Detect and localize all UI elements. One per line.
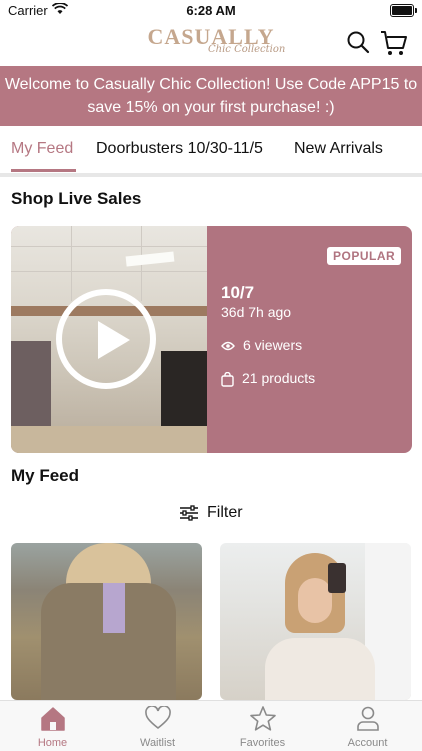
viewers-count: 6 viewers	[221, 337, 302, 353]
feed-product-card[interactable]	[220, 543, 411, 700]
logo-sub-text: Chic Collection	[208, 44, 286, 55]
tab-divider	[0, 173, 422, 177]
nav-account-label: Account	[347, 737, 388, 749]
bottom-nav: Home Waitlist Favorites Account	[0, 700, 422, 751]
filter-label: Filter	[207, 504, 243, 521]
feed-product-card[interactable]	[11, 543, 202, 700]
nav-waitlist[interactable]: Waitlist	[105, 701, 210, 751]
cart-icon[interactable]	[380, 29, 408, 57]
clock: 6:28 AM	[186, 3, 236, 18]
feed-title: My Feed	[11, 466, 80, 485]
person-icon	[356, 706, 379, 731]
nav-home-label: Home	[37, 737, 68, 749]
play-icon[interactable]	[56, 289, 156, 389]
heart-icon	[144, 706, 171, 730]
nav-account[interactable]: Account	[315, 701, 420, 751]
live-sales-title: Shop Live Sales	[11, 189, 142, 208]
viewers-label: 6 viewers	[243, 337, 303, 353]
popular-badge: POPULAR	[327, 247, 402, 265]
nav-favorites-label: Favorites	[239, 737, 286, 749]
product-photo-phone	[328, 563, 346, 593]
products-label: 21 products	[242, 370, 316, 386]
eye-icon	[221, 342, 235, 351]
nav-waitlist-label: Waitlist	[139, 737, 176, 749]
search-icon[interactable]	[346, 30, 370, 54]
live-sale-date: 10/7	[221, 283, 255, 302]
product-photo-face	[298, 578, 332, 623]
promo-banner[interactable]: Welcome to Casually Chic Collection! Use…	[0, 66, 422, 126]
status-bar: Carrier 6:28 AM	[0, 0, 422, 22]
active-tab-indicator	[11, 169, 76, 172]
star-icon	[249, 706, 276, 731]
filter-button[interactable]: Filter	[179, 504, 243, 522]
live-sale-age: 36d 7h ago	[221, 304, 292, 320]
product-photo-top	[103, 583, 125, 633]
filter-sliders-icon	[180, 505, 198, 521]
products-count: 21 products	[221, 370, 315, 387]
battery-icon	[390, 4, 417, 17]
home-icon	[40, 707, 65, 731]
shopping-bag-icon	[221, 371, 234, 387]
category-tabs: My Feed Doorbusters 10/30-11/5 New Arriv…	[0, 130, 422, 174]
nav-favorites[interactable]: Favorites	[210, 701, 315, 751]
product-photo-shirt	[265, 638, 375, 700]
live-video-thumbnail[interactable]	[11, 226, 207, 453]
tab-new-arrivals[interactable]: New Arrivals	[294, 140, 383, 158]
live-sale-card[interactable]: POPULAR 10/7 36d 7h ago 6 viewers 21 pro…	[11, 226, 412, 453]
tab-doorbusters[interactable]: Doorbusters 10/30-11/5	[96, 140, 263, 158]
tab-my-feed[interactable]: My Feed	[11, 140, 73, 158]
nav-home[interactable]: Home	[0, 701, 105, 751]
